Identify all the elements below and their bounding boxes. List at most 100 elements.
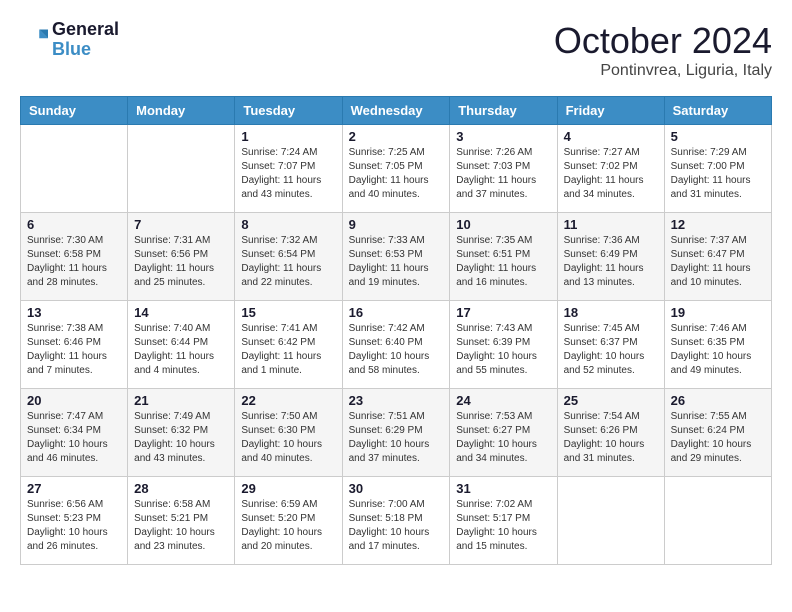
day-number: 31 bbox=[456, 481, 550, 496]
calendar-cell: 21 Sunrise: 7:49 AM Sunset: 6:32 PM Dayli… bbox=[128, 389, 235, 477]
day-info: Sunrise: 7:32 AM Sunset: 6:54 PM Dayligh… bbox=[241, 234, 335, 290]
day-info: Sunrise: 7:42 AM Sunset: 6:40 PM Dayligh… bbox=[349, 322, 444, 378]
day-number: 17 bbox=[456, 305, 550, 320]
calendar-cell: 19 Sunrise: 7:46 AM Sunset: 6:35 PM Dayli… bbox=[664, 301, 771, 389]
day-info: Sunrise: 6:56 AM Sunset: 5:23 PM Dayligh… bbox=[27, 498, 121, 554]
day-info: Sunrise: 7:25 AM Sunset: 7:05 PM Dayligh… bbox=[349, 146, 444, 202]
day-number: 18 bbox=[564, 305, 658, 320]
day-number: 15 bbox=[241, 305, 335, 320]
day-info: Sunrise: 7:40 AM Sunset: 6:44 PM Dayligh… bbox=[134, 322, 228, 378]
month-title: October 2024 bbox=[554, 20, 772, 62]
calendar-week-4: 20Sunrise: 7:47 AM Sunset: 6:34 PM Dayli… bbox=[21, 389, 772, 477]
calendar-cell: 17 Sunrise: 7:43 AM Sunset: 6:39 PM Dayli… bbox=[450, 301, 557, 389]
day-info: Sunrise: 7:43 AM Sunset: 6:39 PM Dayligh… bbox=[456, 322, 550, 378]
calendar-cell: 23Sunrise: 7:51 AM Sunset: 6:29 PM Dayli… bbox=[342, 389, 450, 477]
calendar-table: Sunday Monday Tuesday Wednesday Thursday… bbox=[20, 96, 772, 565]
header-saturday: Saturday bbox=[664, 97, 771, 125]
day-info: Sunrise: 7:36 AM Sunset: 6:49 PM Dayligh… bbox=[564, 234, 658, 290]
day-info: Sunrise: 7:35 AM Sunset: 6:51 PM Dayligh… bbox=[456, 234, 550, 290]
calendar-cell: 24 Sunrise: 7:53 AM Sunset: 6:27 PM Dayli… bbox=[450, 389, 557, 477]
day-number: 7 bbox=[134, 217, 228, 232]
weekday-header-row: Sunday Monday Tuesday Wednesday Thursday… bbox=[21, 97, 772, 125]
day-info: Sunrise: 7:24 AM Sunset: 7:07 PM Dayligh… bbox=[241, 146, 335, 202]
calendar-cell: 2 Sunrise: 7:25 AM Sunset: 7:05 PM Daylig… bbox=[342, 125, 450, 213]
calendar-cell: 11 Sunrise: 7:36 AM Sunset: 6:49 PM Dayli… bbox=[557, 213, 664, 301]
day-number: 26 bbox=[671, 393, 765, 408]
day-number: 1 bbox=[241, 129, 335, 144]
day-info: Sunrise: 7:02 AM Sunset: 5:17 PM Dayligh… bbox=[456, 498, 550, 554]
calendar-week-5: 27 Sunrise: 6:56 AM Sunset: 5:23 PM Dayli… bbox=[21, 477, 772, 565]
calendar-cell: 14 Sunrise: 7:40 AM Sunset: 6:44 PM Dayli… bbox=[128, 301, 235, 389]
header-tuesday: Tuesday bbox=[235, 97, 342, 125]
day-info: Sunrise: 7:29 AM Sunset: 7:00 PM Dayligh… bbox=[671, 146, 765, 202]
calendar-cell: 1 Sunrise: 7:24 AM Sunset: 7:07 PM Daylig… bbox=[235, 125, 342, 213]
calendar-cell: 8 Sunrise: 7:32 AM Sunset: 6:54 PM Daylig… bbox=[235, 213, 342, 301]
day-number: 5 bbox=[671, 129, 765, 144]
day-number: 27 bbox=[27, 481, 121, 496]
location: Pontinvrea, Liguria, Italy bbox=[554, 62, 772, 80]
calendar-cell: 18 Sunrise: 7:45 AM Sunset: 6:37 PM Dayli… bbox=[557, 301, 664, 389]
day-number: 28 bbox=[134, 481, 228, 496]
day-info: Sunrise: 7:51 AM Sunset: 6:29 PM Dayligh… bbox=[349, 410, 444, 466]
header-monday: Monday bbox=[128, 97, 235, 125]
day-info: Sunrise: 7:37 AM Sunset: 6:47 PM Dayligh… bbox=[671, 234, 765, 290]
day-info: Sunrise: 7:49 AM Sunset: 6:32 PM Dayligh… bbox=[134, 410, 228, 466]
calendar-cell: 15 Sunrise: 7:41 AM Sunset: 6:42 PM Dayli… bbox=[235, 301, 342, 389]
logo-text-block: General Blue bbox=[52, 20, 119, 60]
header-wednesday: Wednesday bbox=[342, 97, 450, 125]
calendar-week-1: 1 Sunrise: 7:24 AM Sunset: 7:07 PM Daylig… bbox=[21, 125, 772, 213]
day-number: 2 bbox=[349, 129, 444, 144]
day-info: Sunrise: 7:33 AM Sunset: 6:53 PM Dayligh… bbox=[349, 234, 444, 290]
logo-line2: Blue bbox=[52, 40, 119, 60]
calendar-cell: 13 Sunrise: 7:38 AM Sunset: 6:46 PM Dayli… bbox=[21, 301, 128, 389]
day-info: Sunrise: 7:53 AM Sunset: 6:27 PM Dayligh… bbox=[456, 410, 550, 466]
day-number: 30 bbox=[349, 481, 444, 496]
day-info: Sunrise: 7:38 AM Sunset: 6:46 PM Dayligh… bbox=[27, 322, 121, 378]
calendar-cell: 30Sunrise: 7:00 AM Sunset: 5:18 PM Dayli… bbox=[342, 477, 450, 565]
day-number: 10 bbox=[456, 217, 550, 232]
day-number: 8 bbox=[241, 217, 335, 232]
calendar-week-2: 6 Sunrise: 7:30 AM Sunset: 6:58 PM Daylig… bbox=[21, 213, 772, 301]
day-number: 3 bbox=[456, 129, 550, 144]
calendar-cell: 26 Sunrise: 7:55 AM Sunset: 6:24 PM Dayli… bbox=[664, 389, 771, 477]
day-number: 4 bbox=[564, 129, 658, 144]
header-sunday: Sunday bbox=[21, 97, 128, 125]
day-number: 11 bbox=[564, 217, 658, 232]
day-number: 21 bbox=[134, 393, 228, 408]
day-number: 29 bbox=[241, 481, 335, 496]
day-info: Sunrise: 7:30 AM Sunset: 6:58 PM Dayligh… bbox=[27, 234, 121, 290]
day-number: 6 bbox=[27, 217, 121, 232]
day-info: Sunrise: 7:27 AM Sunset: 7:02 PM Dayligh… bbox=[564, 146, 658, 202]
day-info: Sunrise: 7:46 AM Sunset: 6:35 PM Dayligh… bbox=[671, 322, 765, 378]
day-info: Sunrise: 7:55 AM Sunset: 6:24 PM Dayligh… bbox=[671, 410, 765, 466]
day-number: 25 bbox=[564, 393, 658, 408]
header-thursday: Thursday bbox=[450, 97, 557, 125]
day-info: Sunrise: 7:54 AM Sunset: 6:26 PM Dayligh… bbox=[564, 410, 658, 466]
day-number: 20 bbox=[27, 393, 121, 408]
calendar-cell: 27 Sunrise: 6:56 AM Sunset: 5:23 PM Dayli… bbox=[21, 477, 128, 565]
calendar-cell bbox=[557, 477, 664, 565]
calendar-cell: 4 Sunrise: 7:27 AM Sunset: 7:02 PM Daylig… bbox=[557, 125, 664, 213]
calendar-cell: 29Sunrise: 6:59 AM Sunset: 5:20 PM Dayli… bbox=[235, 477, 342, 565]
calendar-cell bbox=[21, 125, 128, 213]
day-info: Sunrise: 6:58 AM Sunset: 5:21 PM Dayligh… bbox=[134, 498, 228, 554]
day-info: Sunrise: 7:41 AM Sunset: 6:42 PM Dayligh… bbox=[241, 322, 335, 378]
day-number: 13 bbox=[27, 305, 121, 320]
calendar-cell: 12Sunrise: 7:37 AM Sunset: 6:47 PM Dayli… bbox=[664, 213, 771, 301]
day-number: 24 bbox=[456, 393, 550, 408]
calendar-cell: 31 Sunrise: 7:02 AM Sunset: 5:17 PM Dayli… bbox=[450, 477, 557, 565]
title-block: October 2024 Pontinvrea, Liguria, Italy bbox=[554, 20, 772, 80]
day-info: Sunrise: 7:45 AM Sunset: 6:37 PM Dayligh… bbox=[564, 322, 658, 378]
calendar-cell bbox=[128, 125, 235, 213]
calendar-cell: 9Sunrise: 7:33 AM Sunset: 6:53 PM Daylig… bbox=[342, 213, 450, 301]
header-friday: Friday bbox=[557, 97, 664, 125]
logo-line1: General bbox=[52, 20, 119, 40]
calendar-cell bbox=[664, 477, 771, 565]
calendar-cell: 28 Sunrise: 6:58 AM Sunset: 5:21 PM Dayli… bbox=[128, 477, 235, 565]
calendar-cell: 5 Sunrise: 7:29 AM Sunset: 7:00 PM Daylig… bbox=[664, 125, 771, 213]
page-header: General Blue October 2024 Pontinvrea, Li… bbox=[20, 20, 772, 80]
day-number: 14 bbox=[134, 305, 228, 320]
day-number: 19 bbox=[671, 305, 765, 320]
calendar-cell: 6 Sunrise: 7:30 AM Sunset: 6:58 PM Daylig… bbox=[21, 213, 128, 301]
logo: General Blue bbox=[20, 20, 119, 60]
